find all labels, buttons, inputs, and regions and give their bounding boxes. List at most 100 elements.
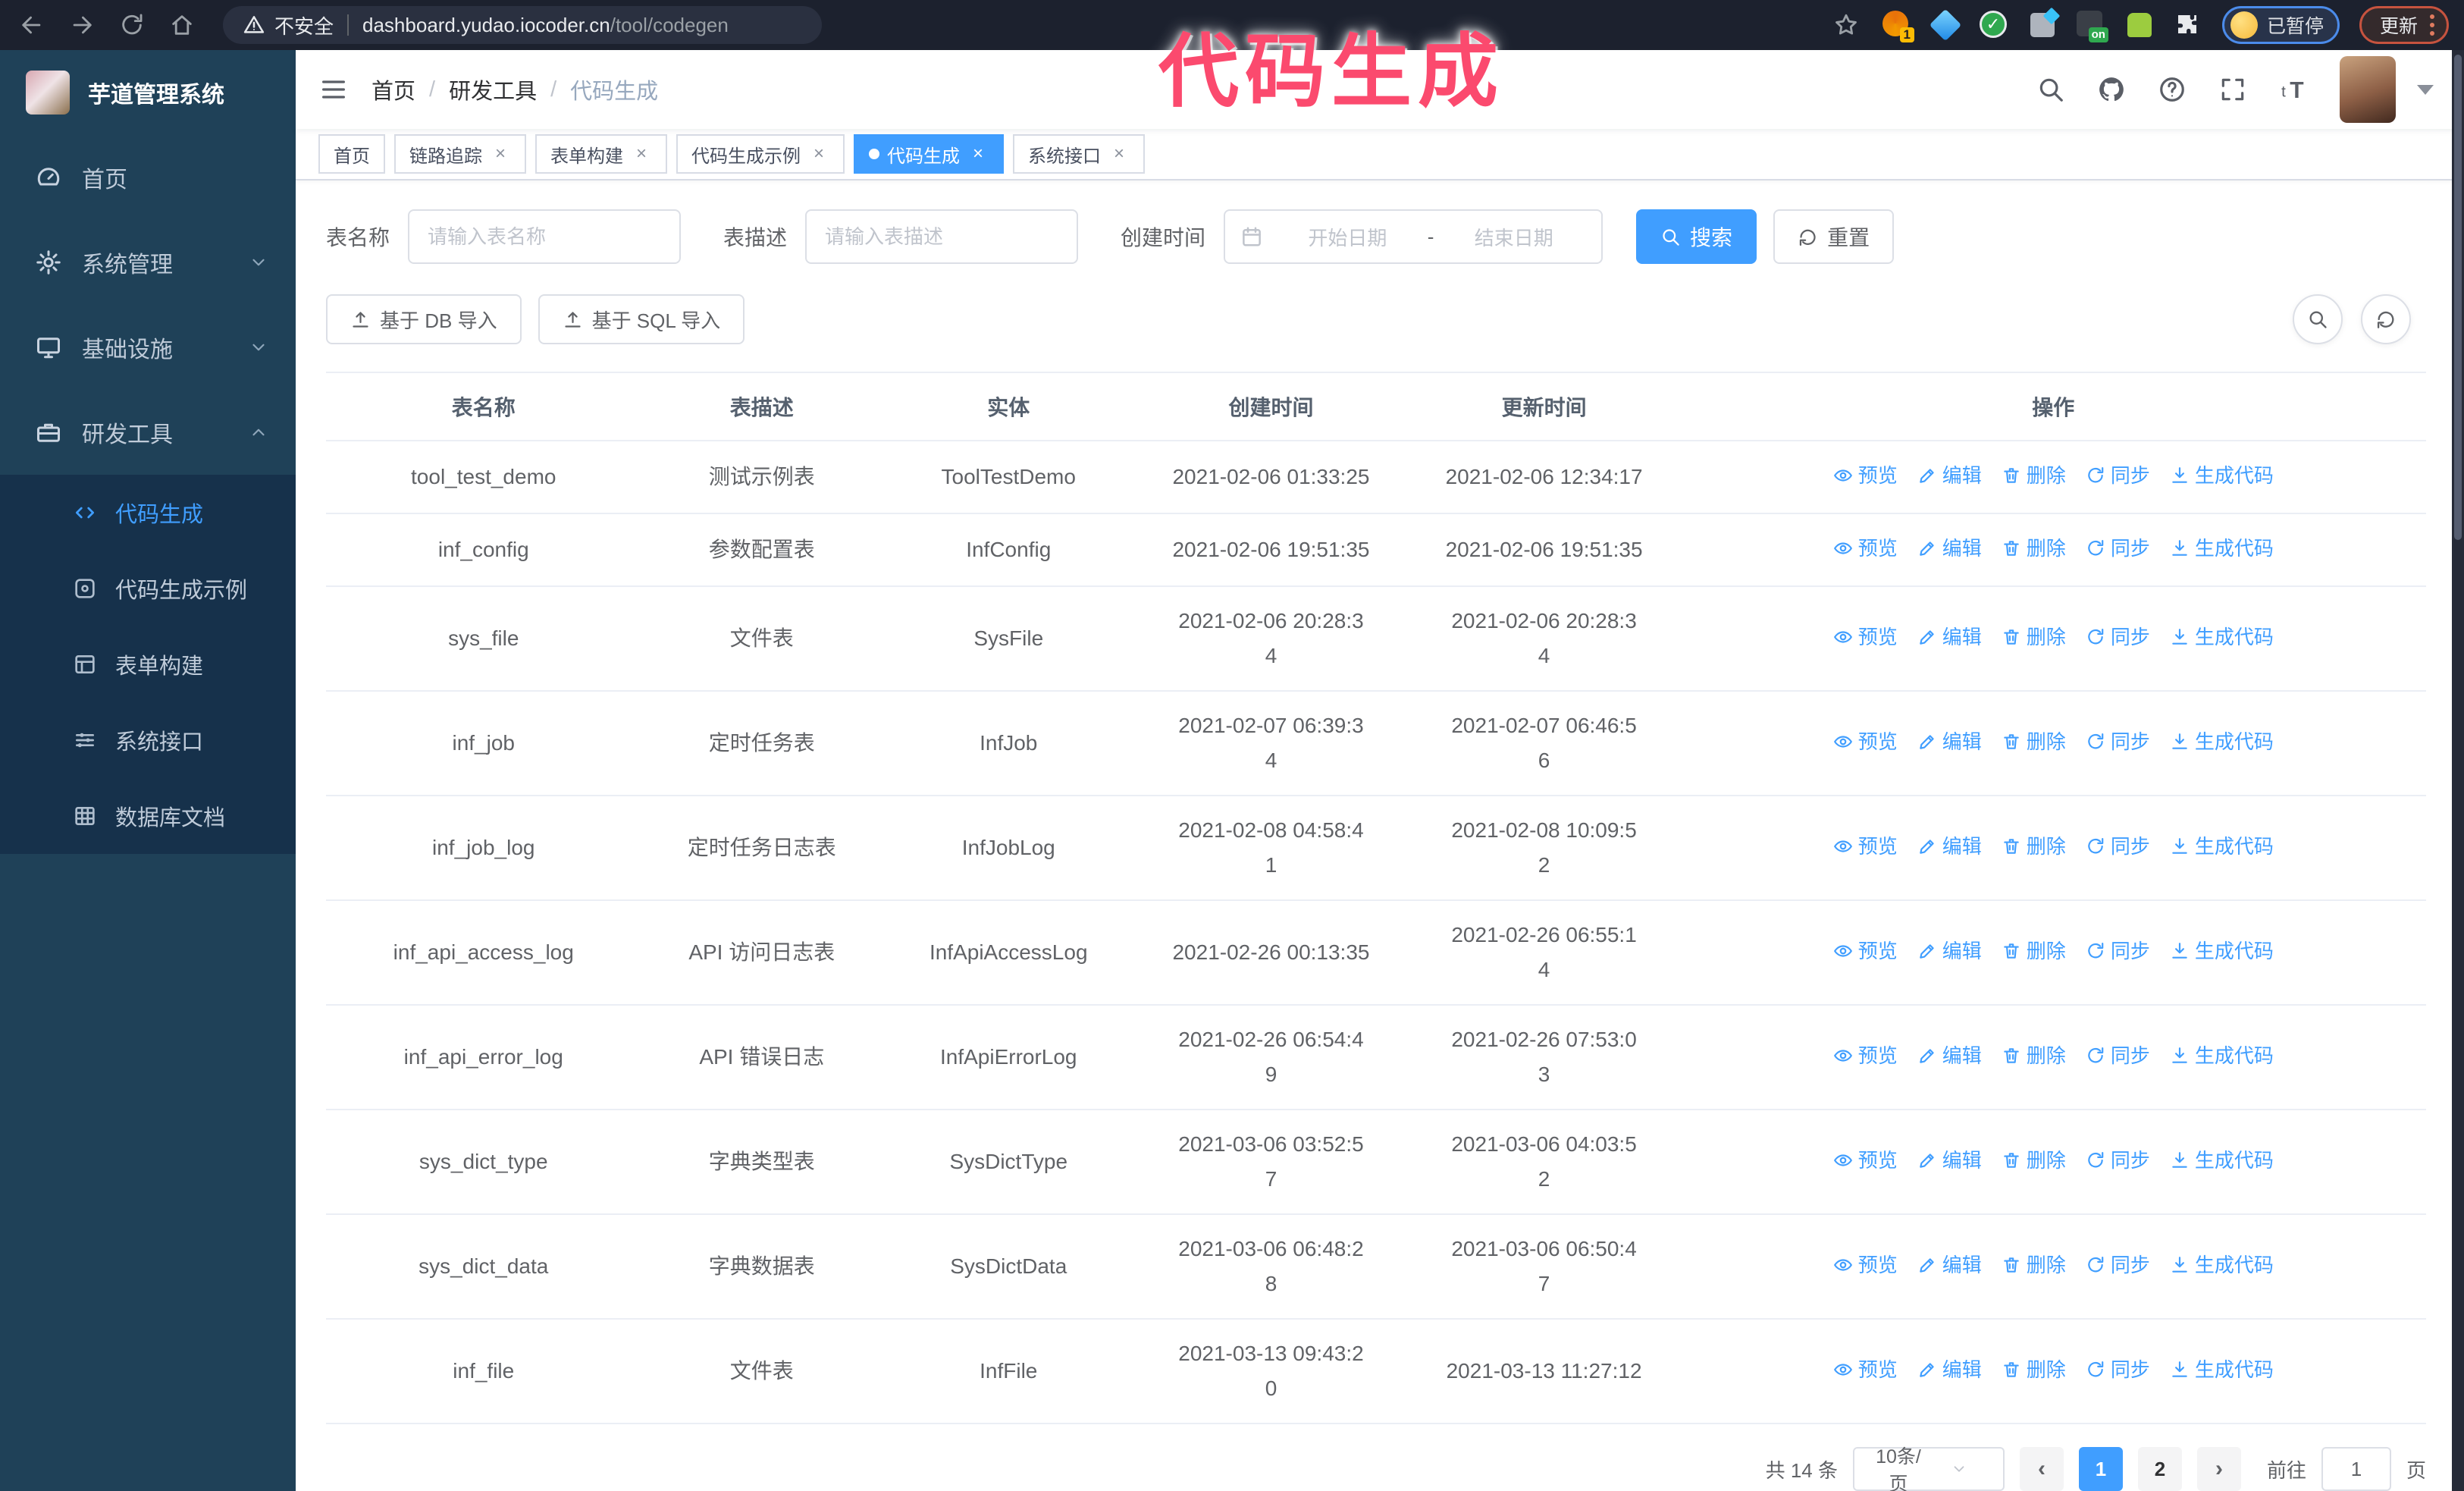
preview-link[interactable]: 预览 <box>1833 620 1898 654</box>
bookmark-star-button[interactable] <box>1829 8 1863 42</box>
generate-code-link[interactable]: 生成代码 <box>2170 1352 2274 1387</box>
reset-button[interactable]: 重置 <box>1773 209 1895 264</box>
edit-link[interactable]: 编辑 <box>1917 829 1982 864</box>
extension-gem[interactable] <box>1929 8 1962 42</box>
preview-link[interactable]: 预览 <box>1833 829 1898 864</box>
sync-link[interactable]: 同步 <box>2086 458 2150 493</box>
edit-link[interactable]: 编辑 <box>1917 620 1982 654</box>
browser-profile-badge[interactable]: 已暂停 <box>2221 6 2340 44</box>
browser-reload-button[interactable] <box>115 8 149 42</box>
sidebar-subitem-1[interactable]: 代码生成示例 <box>0 551 296 626</box>
delete-link[interactable]: 删除 <box>2002 1038 2066 1073</box>
sidebar-item-3[interactable]: 研发工具 <box>0 390 296 475</box>
chevron-down-icon[interactable] <box>2417 84 2434 95</box>
preview-link[interactable]: 预览 <box>1833 724 1898 759</box>
generate-code-link[interactable]: 生成代码 <box>2170 1038 2274 1073</box>
sidebar-subitem-3[interactable]: 系统接口 <box>0 702 296 778</box>
breadcrumb-dev-tools[interactable]: 研发工具 <box>449 74 537 105</box>
page-scrollbar[interactable] <box>2452 50 2464 1491</box>
sync-link[interactable]: 同步 <box>2086 724 2150 759</box>
close-icon[interactable]: × <box>1108 143 1130 165</box>
search-icon[interactable] <box>2036 75 2065 104</box>
table-name-input[interactable] <box>408 209 682 264</box>
create-time-range-picker[interactable]: 开始日期 - 结束日期 <box>1224 209 1603 264</box>
close-icon[interactable]: × <box>490 143 511 165</box>
search-button[interactable]: 搜索 <box>1636 209 1757 264</box>
close-icon[interactable]: × <box>967 143 989 165</box>
sidebar-item-1[interactable]: 系统管理 <box>0 220 296 305</box>
github-icon[interactable] <box>2097 75 2126 104</box>
extensions-menu-button[interactable] <box>2174 11 2202 39</box>
sidebar-subitem-0[interactable]: 代码生成 <box>0 475 296 551</box>
delete-link[interactable]: 删除 <box>2002 1352 2066 1387</box>
refresh-table-button[interactable] <box>2361 294 2411 344</box>
delete-link[interactable]: 删除 <box>2002 724 2066 759</box>
edit-link[interactable]: 编辑 <box>1917 724 1982 759</box>
extension-grid[interactable] <box>2028 11 2057 39</box>
avatar[interactable] <box>2340 56 2396 123</box>
tab-3[interactable]: 代码生成示例 × <box>676 134 845 174</box>
generate-code-link[interactable]: 生成代码 <box>2170 531 2274 566</box>
preview-link[interactable]: 预览 <box>1833 458 1898 493</box>
page-button-2[interactable]: 2 <box>2137 1447 2182 1491</box>
generate-code-link[interactable]: 生成代码 <box>2170 829 2274 864</box>
edit-link[interactable]: 编辑 <box>1917 1352 1982 1387</box>
browser-back-button[interactable] <box>15 8 49 42</box>
sync-link[interactable]: 同步 <box>2086 1038 2150 1073</box>
help-icon[interactable] <box>2158 75 2187 104</box>
close-icon[interactable]: × <box>808 143 829 165</box>
generate-code-link[interactable]: 生成代码 <box>2170 724 2274 759</box>
sidebar-logo-row[interactable]: 芋道管理系统 <box>0 50 296 135</box>
preview-link[interactable]: 预览 <box>1833 531 1898 566</box>
breadcrumb-home[interactable]: 首页 <box>371 74 415 105</box>
sync-link[interactable]: 同步 <box>2086 620 2150 654</box>
import-db-button[interactable]: 基于 DB 导入 <box>326 294 522 344</box>
preview-link[interactable]: 预览 <box>1833 1143 1898 1178</box>
sidebar-subitem-2[interactable]: 表单构建 <box>0 626 296 702</box>
browser-home-button[interactable] <box>165 8 199 42</box>
preview-link[interactable]: 预览 <box>1833 1038 1898 1073</box>
tab-4[interactable]: 代码生成 × <box>854 134 1004 174</box>
sync-link[interactable]: 同步 <box>2086 1248 2150 1282</box>
delete-link[interactable]: 删除 <box>2002 1248 2066 1282</box>
sync-link[interactable]: 同步 <box>2086 1352 2150 1387</box>
browser-update-button[interactable]: 更新 <box>2359 6 2449 44</box>
sync-link[interactable]: 同步 <box>2086 934 2150 968</box>
delete-link[interactable]: 删除 <box>2002 620 2066 654</box>
edit-link[interactable]: 编辑 <box>1917 458 1982 493</box>
preview-link[interactable]: 预览 <box>1833 934 1898 968</box>
tab-2[interactable]: 表单构建 × <box>535 134 667 174</box>
extension-robot[interactable] <box>2125 11 2154 39</box>
fullscreen-icon[interactable] <box>2218 75 2247 104</box>
sidebar-subitem-4[interactable]: 数据库文档 <box>0 778 296 854</box>
edit-link[interactable]: 编辑 <box>1917 1248 1982 1282</box>
delete-link[interactable]: 删除 <box>2002 934 2066 968</box>
delete-link[interactable]: 删除 <box>2002 531 2066 566</box>
tab-1[interactable]: 链路追踪 × <box>394 134 526 174</box>
generate-code-link[interactable]: 生成代码 <box>2170 458 2274 493</box>
extension-orange[interactable]: 1 <box>1882 11 1914 42</box>
scrollbar-thumb[interactable] <box>2454 55 2462 540</box>
sidebar-item-0[interactable]: 首页 <box>0 135 296 220</box>
page-button-1[interactable]: 1 <box>2078 1447 2123 1491</box>
generate-code-link[interactable]: 生成代码 <box>2170 620 2274 654</box>
close-icon[interactable]: × <box>631 143 652 165</box>
sync-link[interactable]: 同步 <box>2086 1143 2150 1178</box>
delete-link[interactable]: 删除 <box>2002 458 2066 493</box>
prev-page-button[interactable]: ‹ <box>2019 1447 2064 1491</box>
preview-link[interactable]: 预览 <box>1833 1248 1898 1282</box>
edit-link[interactable]: 编辑 <box>1917 1038 1982 1073</box>
edit-link[interactable]: 编辑 <box>1917 1143 1982 1178</box>
address-bar[interactable]: 不安全 dashboard.yudao.iocoder.cn/tool/code… <box>223 6 822 44</box>
edit-link[interactable]: 编辑 <box>1917 531 1982 566</box>
table-desc-input[interactable] <box>805 209 1079 264</box>
sidebar-item-2[interactable]: 基础设施 <box>0 305 296 390</box>
page-size-select[interactable]: 10条/页 <box>1852 1446 2005 1491</box>
generate-code-link[interactable]: 生成代码 <box>2170 1248 2274 1282</box>
generate-code-link[interactable]: 生成代码 <box>2170 1143 2274 1178</box>
delete-link[interactable]: 删除 <box>2002 1143 2066 1178</box>
font-size-icon[interactable]: tT <box>2279 75 2308 104</box>
toggle-search-button[interactable] <box>2293 294 2343 344</box>
import-sql-button[interactable]: 基于 SQL 导入 <box>538 294 745 344</box>
delete-link[interactable]: 删除 <box>2002 829 2066 864</box>
